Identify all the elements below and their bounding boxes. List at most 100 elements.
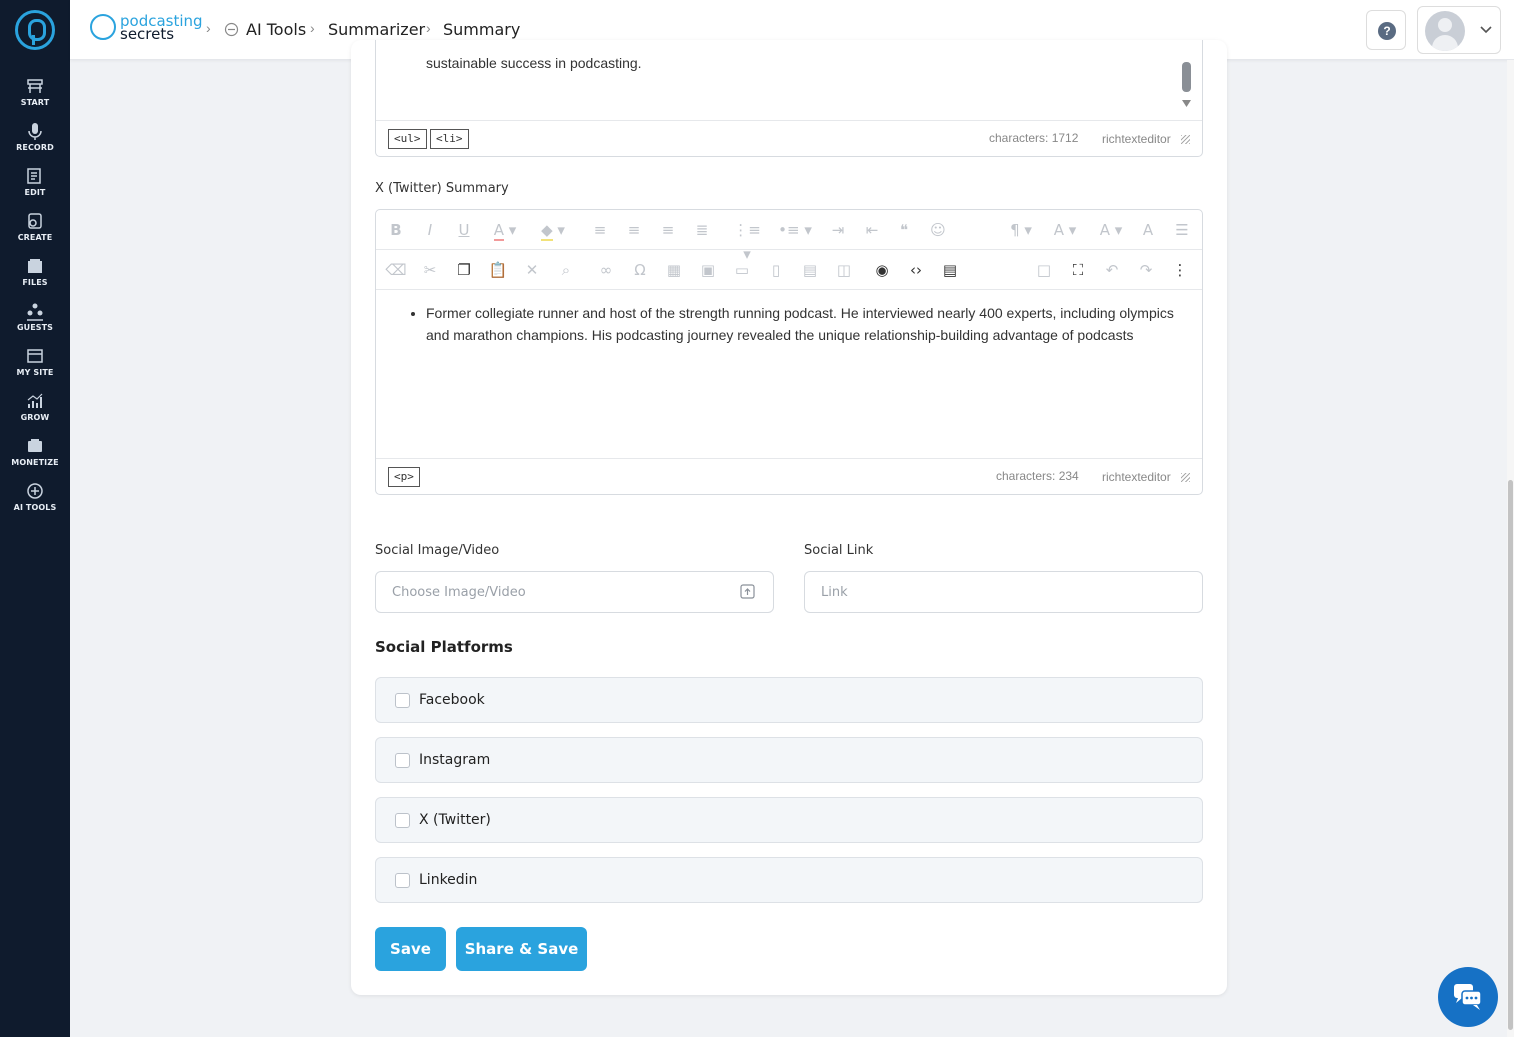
sidebar-item-create[interactable]: CREATE <box>0 207 70 249</box>
sidebar-item-my-site[interactable]: MY SITE <box>0 342 70 384</box>
link-icon[interactable]: ∞ <box>594 258 618 282</box>
font-size-icon[interactable]: A ▾ <box>1048 218 1082 242</box>
platform-label: X (Twitter) <box>419 812 491 828</box>
sidebar-item-start[interactable]: START <box>0 72 70 114</box>
sidebar: START RECORD EDIT CREATE FILES GUESTS MY… <box>0 0 70 1037</box>
indent-icon[interactable]: ⇥ <box>826 218 850 242</box>
redo-icon[interactable]: ↷ <box>1134 258 1158 282</box>
unordered-list-icon[interactable]: •≡ ▾ <box>776 218 814 242</box>
resize-handle-icon[interactable] <box>1181 135 1190 144</box>
template-icon[interactable]: ▤ <box>798 258 822 282</box>
special-char-icon[interactable]: Ω <box>628 258 652 282</box>
editor-content-area[interactable]: Former collegiate runner and host of the… <box>376 302 1202 346</box>
instagram-checkbox[interactable] <box>395 753 410 768</box>
blockquote-icon[interactable]: ❝ <box>892 218 916 242</box>
editor-content-item[interactable]: Former collegiate runner and host of the… <box>426 302 1178 346</box>
editor-toolbar-row-2: ⌫ ✂ ❐ 📋 ✕ ⌕ ∞ Ω ▦ ▣ ▭ ▯ ▤ ◫ ◉ ‹› ▤ □ ⛶ ↶… <box>376 250 1202 290</box>
code-view-icon[interactable]: ‹› <box>904 258 928 282</box>
help-button[interactable]: ? <box>1366 10 1406 50</box>
sidebar-item-edit[interactable]: EDIT <box>0 162 70 204</box>
select-all-icon[interactable]: ▤ <box>938 258 962 282</box>
show-blocks-icon[interactable]: □ <box>1032 258 1056 282</box>
breadcrumb-summarizer[interactable]: Summarizer <box>328 20 425 39</box>
start-icon <box>27 79 43 93</box>
more-options-icon[interactable]: ⋮ <box>1168 258 1192 282</box>
tag-chip-li[interactable]: <li> <box>430 129 469 149</box>
platform-option-facebook[interactable]: Facebook <box>375 677 1203 723</box>
ordered-list-icon[interactable]: ⋮≡ ▾ <box>728 218 766 263</box>
resize-handle-icon[interactable] <box>1181 473 1190 482</box>
editor-content[interactable]: sustainable success in podcasting. <box>426 55 642 71</box>
sidebar-item-label: FILES <box>22 278 48 287</box>
user-menu-button[interactable] <box>1417 6 1501 54</box>
sidebar-item-label: MY SITE <box>16 368 54 377</box>
text-color-icon[interactable]: A ▾ <box>486 218 524 242</box>
text-style-icon[interactable]: A <box>1136 218 1160 242</box>
sidebar-item-monetize[interactable]: MONETIZE <box>0 432 70 474</box>
upload-icon[interactable] <box>740 584 755 599</box>
document-icon[interactable]: ▯ <box>764 258 788 282</box>
paste-icon[interactable]: 📋 <box>486 258 510 282</box>
page-scrollbar-thumb[interactable] <box>1508 480 1513 1030</box>
brand-logo[interactable]: podcasting secrets <box>90 12 203 43</box>
sidebar-item-record[interactable]: RECORD <box>0 117 70 159</box>
platform-option-instagram[interactable]: Instagram <box>375 737 1203 783</box>
linkedin-checkbox[interactable] <box>395 873 410 888</box>
embed-icon[interactable]: ◫ <box>832 258 856 282</box>
chat-widget-button[interactable] <box>1438 967 1498 1027</box>
social-image-label: Social Image/Video <box>375 543 500 558</box>
video-icon[interactable]: ▭ <box>730 258 754 282</box>
platform-option-twitter[interactable]: X (Twitter) <box>375 797 1203 843</box>
cut-icon[interactable]: ✂ <box>418 258 442 282</box>
tag-chip-p[interactable]: <p> <box>388 467 420 487</box>
sidebar-item-ai-tools[interactable]: AI TOOLS <box>0 477 70 519</box>
line-height-icon[interactable]: ☰ <box>1170 218 1194 242</box>
summary-editor[interactable]: sustainable success in podcasting. <ul> … <box>375 40 1203 157</box>
twitter-summary-editor[interactable]: B I U A ▾ ◆ ▾ ≡ ≡ ≡ ≣ ⋮≡ ▾ •≡ ▾ ⇥ ⇤ ❝ ☺ … <box>375 209 1203 495</box>
monetize-icon <box>28 439 42 452</box>
align-left-icon[interactable]: ≡ <box>588 218 612 242</box>
brand-name-bottom: secrets <box>120 25 175 43</box>
italic-icon[interactable]: I <box>418 218 442 242</box>
facebook-checkbox[interactable] <box>395 693 410 708</box>
delete-icon[interactable]: ✕ <box>520 258 544 282</box>
save-button[interactable]: Save <box>375 927 446 971</box>
ai-tools-icon <box>224 22 239 37</box>
chevron-down-icon <box>1480 26 1492 34</box>
align-right-icon[interactable]: ≡ <box>656 218 680 242</box>
scroll-down-icon[interactable] <box>1182 100 1191 107</box>
copy-icon[interactable]: ❐ <box>452 258 476 282</box>
bold-icon[interactable]: B <box>384 218 408 242</box>
platform-label: Linkedin <box>419 872 478 888</box>
image-icon[interactable]: ▣ <box>696 258 720 282</box>
grow-icon <box>27 393 43 408</box>
platform-option-linkedin[interactable]: Linkedin <box>375 857 1203 903</box>
app-logo-icon[interactable] <box>15 10 55 50</box>
sidebar-item-grow[interactable]: GROW <box>0 387 70 429</box>
paragraph-format-icon[interactable]: ¶ ▾ <box>1004 218 1038 242</box>
align-center-icon[interactable]: ≡ <box>622 218 646 242</box>
eraser-icon[interactable]: ⌫ <box>384 258 408 282</box>
twitter-checkbox[interactable] <box>395 813 410 828</box>
find-icon[interactable]: ⌕ <box>554 258 578 282</box>
table-icon[interactable]: ▦ <box>662 258 686 282</box>
preview-eye-icon[interactable]: ◉ <box>870 258 894 282</box>
social-link-input[interactable] <box>804 571 1203 613</box>
sidebar-item-guests[interactable]: GUESTS <box>0 297 70 339</box>
breadcrumb-separator-icon: › <box>426 20 431 36</box>
highlight-color-icon[interactable]: ◆ ▾ <box>534 218 572 242</box>
undo-icon[interactable]: ↶ <box>1100 258 1124 282</box>
editor-scrollbar-thumb[interactable] <box>1182 62 1191 92</box>
font-family-icon[interactable]: A ▾ <box>1094 218 1128 242</box>
emoji-icon[interactable]: ☺ <box>926 218 950 242</box>
fullscreen-icon[interactable]: ⛶ <box>1066 258 1090 282</box>
share-and-save-button[interactable]: Share & Save <box>456 927 587 971</box>
breadcrumb-ai-tools[interactable]: AI Tools <box>246 20 306 39</box>
sidebar-item-files[interactable]: FILES <box>0 252 70 294</box>
outdent-icon[interactable]: ⇤ <box>860 218 884 242</box>
sidebar-item-label: MONETIZE <box>11 458 59 467</box>
social-image-input[interactable] <box>375 571 774 613</box>
tag-chip-ul[interactable]: <ul> <box>388 129 427 149</box>
align-justify-icon[interactable]: ≣ <box>690 218 714 242</box>
underline-icon[interactable]: U <box>452 218 476 242</box>
